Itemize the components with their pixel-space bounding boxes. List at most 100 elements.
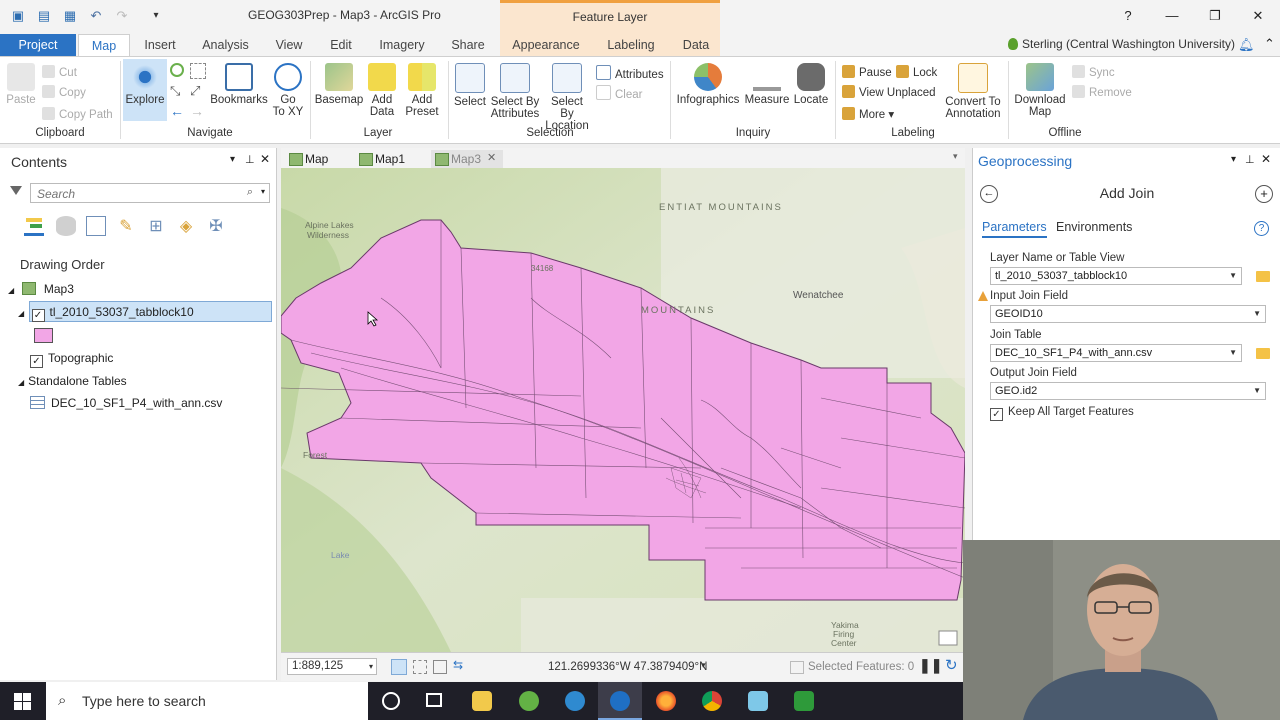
tab-project[interactable]: Project [0,34,76,56]
lock-button[interactable]: Lock [896,65,937,79]
folder-icon[interactable] [1256,348,1270,359]
copy-button[interactable]: Copy [42,85,86,99]
keep-all-checkbox[interactable]: ✓ [990,408,1003,421]
layer-select[interactable]: tl_2010_53037_tabblock10 ▼ [990,267,1242,285]
snapping-icon[interactable] [391,659,407,675]
map-overview-icon[interactable] [938,630,958,646]
folder-icon[interactable] [1256,271,1270,282]
tab-imagery[interactable]: Imagery [374,34,430,56]
project-icon[interactable]: ▣ [10,9,26,23]
convert-to-annotation-button[interactable]: Convert To Annotation [942,63,1004,120]
restore-button[interactable]: ❐ [1205,6,1225,26]
coordinate-format-icon[interactable]: ▾ [701,660,706,671]
refresh-extent-icon[interactable]: ⇆ [453,658,463,672]
search-options-icon[interactable]: ▾ [261,187,265,196]
close-pane-icon[interactable]: ✕ [260,152,270,166]
toc-basemap-item[interactable]: ✓ Topographic [30,351,113,368]
pause-button[interactable]: Pause [842,65,892,79]
output-join-field-select[interactable]: GEO.id2 ▼ [990,382,1266,400]
select-button[interactable]: Select [452,63,488,108]
pause-drawing-icon[interactable]: ❚❚ [919,657,942,674]
tab-insert[interactable]: Insert [140,34,180,56]
add-data-button[interactable]: Add Data [366,63,398,118]
attributes-button[interactable]: Attributes [596,65,664,81]
tab-parameters[interactable]: Parameters [982,220,1047,238]
excel-icon[interactable] [794,691,814,711]
more-button[interactable]: More ▾ [842,107,894,121]
collapse-icon[interactable]: ◢ [8,286,14,295]
tab-edit[interactable]: Edit [326,34,356,56]
locate-button[interactable]: Locate [792,63,830,106]
toc-layer-item[interactable]: ◢ ✓ tl_2010_53037_tabblock10 [18,305,194,322]
list-by-labeling-icon[interactable]: ◈ [176,216,196,236]
arcgis-globe-icon[interactable] [565,691,585,711]
search-input[interactable] [35,186,239,202]
tab-list-icon[interactable]: ▾ [953,151,958,162]
file-explorer-icon[interactable] [472,691,492,711]
list-by-data-source-icon[interactable] [56,216,76,236]
help-button[interactable]: ? [1118,6,1138,26]
taskbar-search[interactable]: ⌕ Type here to search [46,682,368,720]
select-by-attributes-button[interactable]: Select By Attributes [490,63,540,120]
map-tab-map[interactable]: Map [285,150,328,168]
tab-environments[interactable]: Environments [1056,220,1132,234]
collapse-icon[interactable]: ◢ [18,309,24,318]
grid-icon[interactable] [413,660,427,674]
collapse-ribbon-icon[interactable]: ⌃ [1264,36,1275,52]
help-icon[interactable]: ? [1254,221,1269,236]
notification-icon[interactable]: 🔔︎ [1238,37,1255,53]
bookmarks-button[interactable]: Bookmarks [210,63,268,106]
tab-data[interactable]: Data [678,34,714,56]
close-pane-icon[interactable]: ✕ [1261,152,1271,166]
map-tab-map1[interactable]: Map1 [355,150,405,168]
zoom-out-arrows-icon[interactable]: ⤢ [190,83,200,99]
windows-start-icon[interactable] [14,693,31,710]
collapse-icon[interactable]: ◢ [18,378,24,387]
measure-button[interactable]: Measure [744,63,790,106]
pin-icon[interactable]: ⊥ [1245,153,1255,166]
toc-standalone-tables[interactable]: ◢ Standalone Tables [18,374,127,388]
toc-map-item[interactable]: ◢ Map3 [8,282,74,296]
pane-menu-icon[interactable]: ▾ [1231,154,1236,165]
customize-icon[interactable]: ▾ [148,9,164,23]
tab-labeling[interactable]: Labeling [600,34,662,56]
user-label[interactable]: Sterling (Central Washington University) [1022,37,1235,51]
save-icon[interactable]: ▦ [62,9,78,23]
map-canvas[interactable]: ENTIAT MOUNTAINS Wenatchee MOUNTAINS Alp… [281,168,965,652]
table-grid-icon[interactable] [433,660,447,674]
list-by-editing-icon[interactable]: ✎ [116,216,136,236]
input-join-field-select[interactable]: GEOID10 ▼ [990,305,1266,323]
search-icon[interactable]: ⌕ [247,186,253,199]
task-view-icon[interactable] [426,693,442,707]
list-by-perspective-icon[interactable]: ✠ [206,216,226,236]
notes-icon[interactable] [748,691,768,711]
cortana-icon[interactable] [382,692,400,710]
close-tab-icon[interactable]: ✕ [487,151,496,164]
fixed-zoom-in-icon[interactable] [190,63,206,79]
minimize-button[interactable]: — [1162,6,1182,26]
paste-button[interactable]: Paste [4,63,38,106]
basemap-visibility-checkbox[interactable]: ✓ [30,355,43,368]
toc-table-item[interactable]: DEC_10_SF1_P4_with_ann.csv [30,396,222,410]
tab-view[interactable]: View [270,34,308,56]
add-icon[interactable]: + [1255,185,1273,203]
previous-extent-icon[interactable]: ← [170,103,184,119]
infographics-button[interactable]: Infographics [676,63,740,106]
chrome-icon[interactable] [702,691,722,711]
tab-share[interactable]: Share [447,34,489,56]
join-table-select[interactable]: DEC_10_SF1_P4_with_ann.csv ▼ [990,344,1242,362]
sync-button[interactable]: Sync [1072,65,1115,79]
undo-icon[interactable]: ↶ [88,9,104,23]
list-by-selection-icon[interactable] [86,216,106,236]
tab-appearance[interactable]: Appearance [506,34,586,56]
zoom-in-arrows-icon[interactable]: ⤡ [170,83,180,99]
add-preset-button[interactable]: Add Preset [402,63,442,118]
layer-symbol-swatch[interactable] [34,328,53,343]
open-icon[interactable]: ▤ [36,9,52,23]
remove-button[interactable]: Remove [1072,85,1132,99]
arcgis-pro-icon[interactable] [610,691,630,711]
filter-icon[interactable] [10,186,22,195]
next-extent-icon[interactable]: → [190,103,204,119]
view-unplaced-button[interactable]: View Unplaced [842,85,936,99]
list-by-snapping-icon[interactable]: ⊞ [146,216,166,236]
